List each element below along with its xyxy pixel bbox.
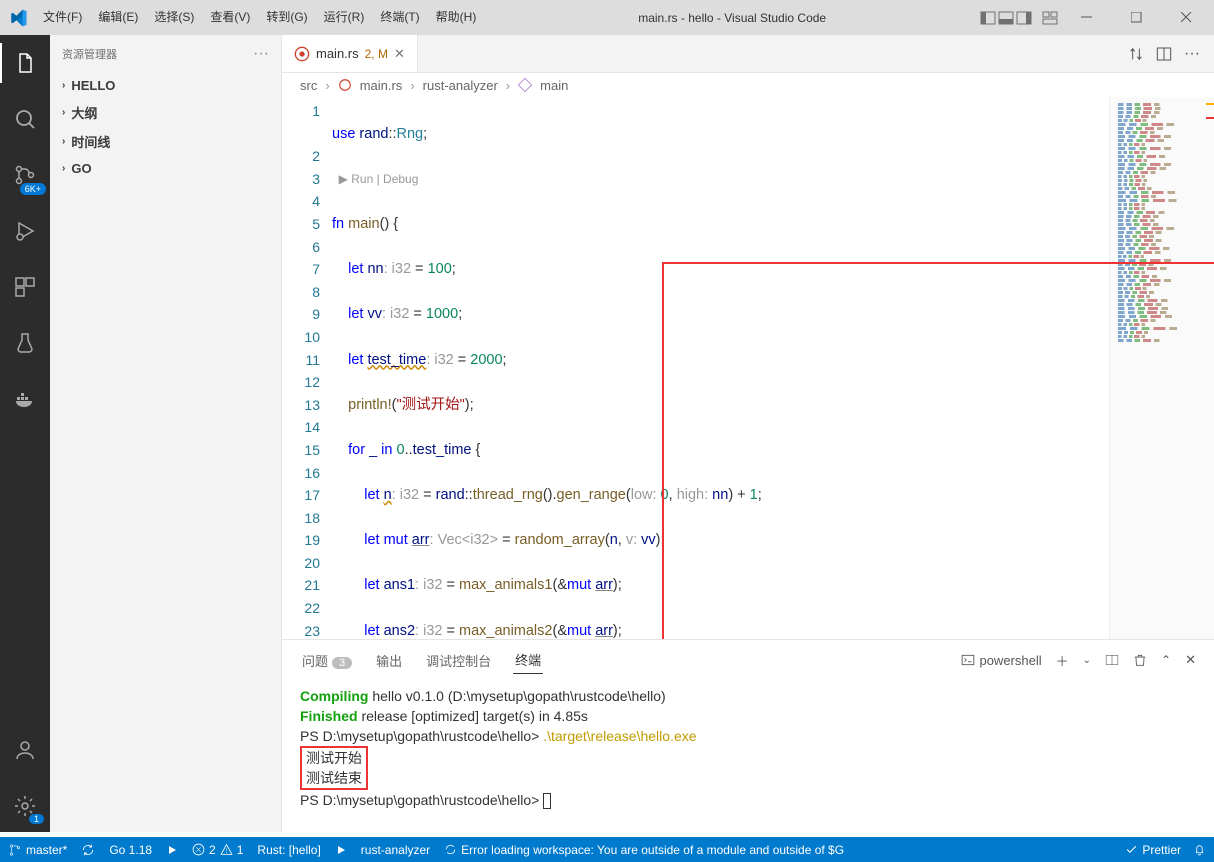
tab-main-rs[interactable]: main.rs 2, M ✕ xyxy=(282,35,418,72)
menu-go[interactable]: 转到(G) xyxy=(258,0,315,35)
symbol-function-icon xyxy=(518,78,532,92)
minimap[interactable] xyxy=(1109,97,1214,639)
activity-debug[interactable] xyxy=(0,211,50,251)
activity-docker[interactable] xyxy=(0,379,50,419)
panel-tab-problems[interactable]: 问题3 xyxy=(300,647,354,674)
bell-icon xyxy=(1193,843,1206,856)
status-problems[interactable]: 2 1 xyxy=(192,843,243,857)
activity-bar: 6K+ 1 xyxy=(0,35,50,832)
menu-view[interactable]: 查看(V) xyxy=(202,0,258,35)
editor-area: main.rs 2, M ✕ ··· src› main.rs› rust-an… xyxy=(282,35,1214,832)
settings-badge: 1 xyxy=(29,814,44,824)
compare-changes-icon[interactable] xyxy=(1128,46,1144,62)
activity-explorer[interactable] xyxy=(0,43,50,83)
status-go-play[interactable] xyxy=(166,844,178,856)
panel-tab-debug[interactable]: 调试控制台 xyxy=(424,647,493,674)
menu-bar: 文件(F) 编辑(E) 选择(S) 查看(V) 转到(G) 运行(R) 终端(T… xyxy=(35,0,484,35)
editor-tabs: main.rs 2, M ✕ ··· xyxy=(282,35,1214,73)
kill-terminal-icon[interactable] xyxy=(1133,653,1147,667)
layout-left-icon[interactable] xyxy=(980,10,996,26)
git-branch-icon xyxy=(8,843,22,857)
layout-right-icon[interactable] xyxy=(1016,10,1032,26)
sidebar-title: 资源管理器 xyxy=(62,46,117,62)
sync-icon xyxy=(444,843,457,856)
activity-testing[interactable] xyxy=(0,323,50,363)
play-icon xyxy=(166,844,178,856)
activity-settings[interactable]: 1 xyxy=(0,786,50,826)
window-title: main.rs - hello - Visual Studio Code xyxy=(484,11,980,25)
sidebar-more-icon[interactable]: ··· xyxy=(253,45,269,63)
menu-help[interactable]: 帮助(H) xyxy=(428,0,485,35)
activity-extensions[interactable] xyxy=(0,267,50,307)
sidebar-section-timeline[interactable]: ›时间线 xyxy=(50,127,281,156)
sidebar: 资源管理器 ··· ›HELLO ›大纲 ›时间线 ›GO xyxy=(50,35,282,832)
minimize-button[interactable] xyxy=(1064,0,1108,35)
status-workspace-error[interactable]: Error loading workspace: You are outside… xyxy=(444,843,1111,857)
tab-status: 2, M xyxy=(365,47,388,61)
rust-icon xyxy=(338,78,352,92)
close-panel-icon[interactable]: ✕ xyxy=(1185,652,1196,668)
line-numbers: 1234567891011121314151617181920212223 xyxy=(282,97,332,639)
menu-run[interactable]: 运行(R) xyxy=(316,0,373,35)
status-notifications[interactable] xyxy=(1193,843,1206,856)
close-button[interactable] xyxy=(1164,0,1208,35)
panel-tab-output[interactable]: 输出 xyxy=(374,647,404,674)
titlebar-right xyxy=(980,0,1214,35)
play-icon[interactable] xyxy=(335,844,347,856)
maximize-button[interactable] xyxy=(1114,0,1158,35)
menu-terminal[interactable]: 终端(T) xyxy=(372,0,427,35)
tab-filename: main.rs xyxy=(316,46,359,61)
sync-icon xyxy=(81,843,95,857)
scm-badge: 6K+ xyxy=(20,183,46,195)
split-terminal-icon[interactable] xyxy=(1105,653,1119,667)
vscode-icon xyxy=(0,9,35,27)
activity-accounts[interactable] xyxy=(0,730,50,770)
check-icon xyxy=(1125,843,1138,856)
status-branch[interactable]: master* xyxy=(8,843,67,857)
split-editor-icon[interactable] xyxy=(1156,46,1172,62)
annotation-box-terminal: 测试开始测试结束 xyxy=(300,746,368,790)
status-rust-analyzer[interactable]: rust-analyzer xyxy=(361,843,430,857)
panel-tab-terminal[interactable]: 终端 xyxy=(513,646,543,674)
code-editor[interactable]: use rand::Rng; ▶ Run | Debug fn main() {… xyxy=(332,97,1109,639)
warning-icon xyxy=(220,843,233,856)
activity-search[interactable] xyxy=(0,99,50,139)
error-icon xyxy=(192,843,205,856)
bottom-panel: 问题3 输出 调试控制台 终端 powershell ＋ ⌄ ⌃ ✕ xyxy=(282,639,1214,832)
activity-scm[interactable]: 6K+ xyxy=(0,155,50,195)
terminal-shell-select[interactable]: powershell xyxy=(961,653,1041,668)
menu-edit[interactable]: 编辑(E) xyxy=(90,0,146,35)
titlebar: 文件(F) 编辑(E) 选择(S) 查看(V) 转到(G) 运行(R) 终端(T… xyxy=(0,0,1214,35)
customize-layout-icon[interactable] xyxy=(1042,10,1058,26)
layout-bottom-icon[interactable] xyxy=(998,10,1014,26)
status-bar: master* Go 1.18 2 1 Rust: [hello] rust-a… xyxy=(0,837,1214,862)
terminal-output[interactable]: Compiling hello v0.1.0 (D:\mysetup\gopat… xyxy=(282,676,1214,832)
sidebar-section-go[interactable]: ›GO xyxy=(50,156,281,181)
breadcrumb[interactable]: src› main.rs› rust-analyzer› main xyxy=(282,73,1214,97)
maximize-panel-icon[interactable]: ⌃ xyxy=(1161,653,1171,667)
status-prettier[interactable]: Prettier xyxy=(1125,843,1181,857)
tab-close-icon[interactable]: ✕ xyxy=(394,46,405,62)
sidebar-section-outline[interactable]: ›大纲 xyxy=(50,98,281,127)
status-go[interactable]: Go 1.18 xyxy=(109,843,152,857)
new-terminal-icon[interactable]: ＋ xyxy=(1056,651,1069,670)
rust-file-icon xyxy=(294,46,310,62)
sidebar-section-hello[interactable]: ›HELLO xyxy=(50,73,281,98)
status-rust[interactable]: Rust: [hello] xyxy=(257,843,320,857)
tab-more-icon[interactable]: ··· xyxy=(1184,45,1200,63)
codelens[interactable]: ▶ Run | Debug xyxy=(332,168,1109,191)
terminal-icon xyxy=(961,653,975,667)
terminal-dropdown-icon[interactable]: ⌄ xyxy=(1083,655,1091,666)
menu-select[interactable]: 选择(S) xyxy=(146,0,202,35)
status-sync[interactable] xyxy=(81,843,95,857)
menu-file[interactable]: 文件(F) xyxy=(35,0,90,35)
